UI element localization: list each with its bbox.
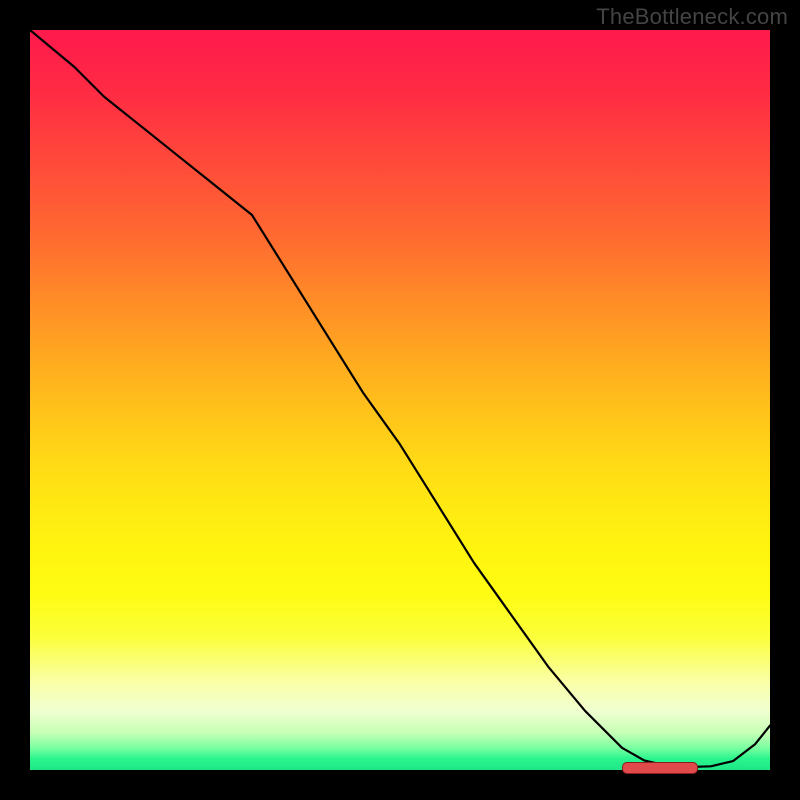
minimum-marker <box>622 762 698 774</box>
chart-svg <box>30 30 770 770</box>
watermark-text: TheBottleneck.com <box>596 4 788 30</box>
chart-stage: TheBottleneck.com <box>0 0 800 800</box>
bottleneck-curve <box>30 30 770 767</box>
plot-area <box>30 30 770 770</box>
